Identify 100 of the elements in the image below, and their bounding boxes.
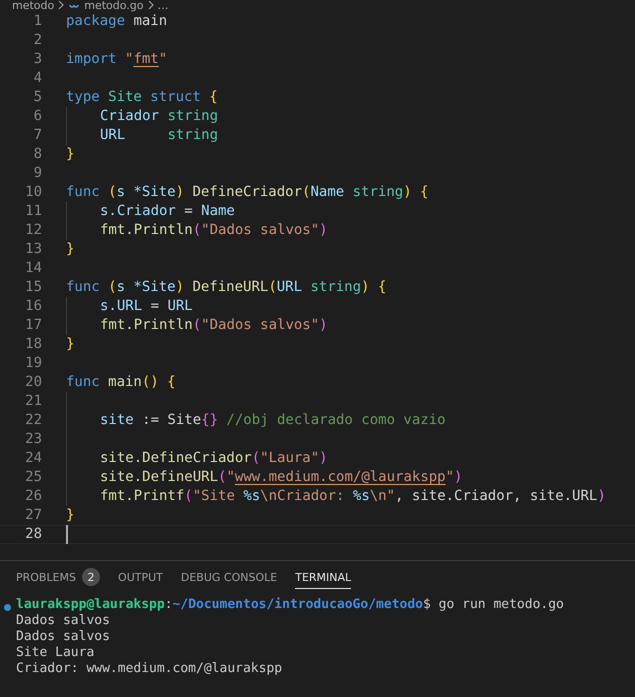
code-token: string xyxy=(310,278,362,297)
code-token: ( xyxy=(218,468,226,487)
code-comment: //obj declarado como vazio xyxy=(226,411,446,430)
code-token: Name xyxy=(201,202,235,221)
line-number: 20 xyxy=(24,373,42,392)
line-number: 5 xyxy=(32,88,42,107)
code-token: ) xyxy=(176,278,184,297)
code-token: ) xyxy=(319,221,328,240)
code-token: ( xyxy=(268,278,277,297)
code-token: Site xyxy=(108,88,142,107)
code-token: DefineCriador xyxy=(192,183,302,202)
code-token: func xyxy=(66,278,100,297)
code-token: func xyxy=(66,373,100,392)
code-token: import xyxy=(66,50,117,69)
code-token: , site.Criador, site.URL xyxy=(395,487,598,506)
line-number: 13 xyxy=(24,240,42,259)
terminal-output: Criador: www.medium.com/@laurakspp xyxy=(16,661,282,677)
code-token: ) xyxy=(176,183,184,202)
code-token: main xyxy=(133,12,168,31)
code-token: fmt.Printf xyxy=(100,487,184,506)
code-token: string xyxy=(167,126,218,145)
text-cursor xyxy=(66,525,68,544)
terminal-output: Dados salvos xyxy=(16,629,110,645)
count-badge: 2 xyxy=(82,568,100,586)
code-token: } xyxy=(66,506,74,525)
code-token: string xyxy=(352,183,404,202)
code-token: func xyxy=(66,183,100,202)
code-token: string xyxy=(167,107,218,126)
code-token: %s xyxy=(243,487,260,506)
code-token: fmt.Println xyxy=(100,316,193,335)
terminal-output: Site Laura xyxy=(16,645,94,661)
breadcrumb-item[interactable]: metodo xyxy=(12,0,54,12)
code-token: Criador xyxy=(100,107,160,126)
breadcrumb-item[interactable]: metodo.go xyxy=(84,0,144,12)
terminal-command: $ go run metodo.go xyxy=(423,597,564,613)
code-token: } xyxy=(66,145,74,164)
code-token: ) xyxy=(454,468,462,487)
code-token: "Dados salvos" xyxy=(201,221,320,240)
code-token: www.medium.com/@laurakspp xyxy=(234,468,446,487)
code-token: site.DefineCriador xyxy=(100,449,252,468)
code-token: package xyxy=(66,12,126,31)
chevron-icon xyxy=(58,0,64,12)
line-number: 2 xyxy=(32,31,42,50)
code-token: {} xyxy=(201,411,218,430)
code-token: ) xyxy=(319,316,328,335)
code-token: \n" xyxy=(370,487,396,506)
code-token: "Laura" xyxy=(260,449,320,468)
line-number: 10 xyxy=(24,183,42,202)
line-number: 15 xyxy=(24,278,42,297)
code-token: site.DefineURL xyxy=(100,468,218,487)
panel-tab[interactable]: TERMINAL xyxy=(295,569,352,589)
code-token: URL xyxy=(167,297,193,316)
line-number: 22 xyxy=(24,411,42,430)
code-token: { xyxy=(378,278,386,297)
line-number: 9 xyxy=(32,164,42,183)
line-number: 12 xyxy=(24,221,42,240)
code-token: DefineURL xyxy=(192,278,268,297)
line-number: 26 xyxy=(24,487,42,506)
line-number: 4 xyxy=(32,69,42,88)
code-token: { xyxy=(420,183,428,202)
code-token: s *Site xyxy=(116,278,176,297)
code-token: main xyxy=(108,373,142,392)
code-token: } xyxy=(66,335,74,354)
code-token: " xyxy=(226,468,235,487)
code-token: ( xyxy=(108,183,117,202)
code-token: ( xyxy=(302,183,310,202)
code-token: ( xyxy=(184,487,193,506)
prompt-path: ~/Documentos/introducaoGo/metodo xyxy=(172,597,423,613)
line-number: 27 xyxy=(24,506,42,525)
line-number: 16 xyxy=(24,297,42,316)
code-token: Site xyxy=(167,411,202,430)
code-token: ( xyxy=(192,221,202,240)
breadcrumb-item[interactable]: … xyxy=(158,0,169,12)
line-number: 18 xyxy=(24,335,42,354)
code-token: { xyxy=(167,373,176,392)
panel-tab[interactable]: OUTPUT xyxy=(118,569,163,589)
code-token: ) xyxy=(403,183,412,202)
code-token: site xyxy=(100,411,134,430)
line-number: 8 xyxy=(32,145,42,164)
code-token: s.Criador xyxy=(100,202,176,221)
code-token: "Site xyxy=(192,487,235,506)
code-token: ( xyxy=(192,316,202,335)
code-token: type xyxy=(66,88,100,107)
code-token: URL xyxy=(100,126,126,145)
code-token: ( xyxy=(108,278,117,297)
code-token: s.URL xyxy=(100,297,142,316)
code-token: ) xyxy=(597,487,606,506)
code-token: () xyxy=(142,373,159,392)
code-token: := xyxy=(142,411,159,430)
code-token: = xyxy=(150,297,160,316)
line-number: 6 xyxy=(32,107,42,126)
line-number: 24 xyxy=(24,449,42,468)
code-token: ( xyxy=(252,449,260,468)
code-token: fmt.Println xyxy=(100,221,193,240)
terminal-output: Dados salvos xyxy=(16,613,110,629)
code-token: %s xyxy=(352,487,370,506)
code-token: } xyxy=(66,240,74,259)
panel-tab[interactable]: DEBUG CONSOLE xyxy=(180,569,278,589)
code-token: " xyxy=(125,50,134,69)
panel-tab[interactable]: PROBLEMS 2 xyxy=(16,569,100,589)
